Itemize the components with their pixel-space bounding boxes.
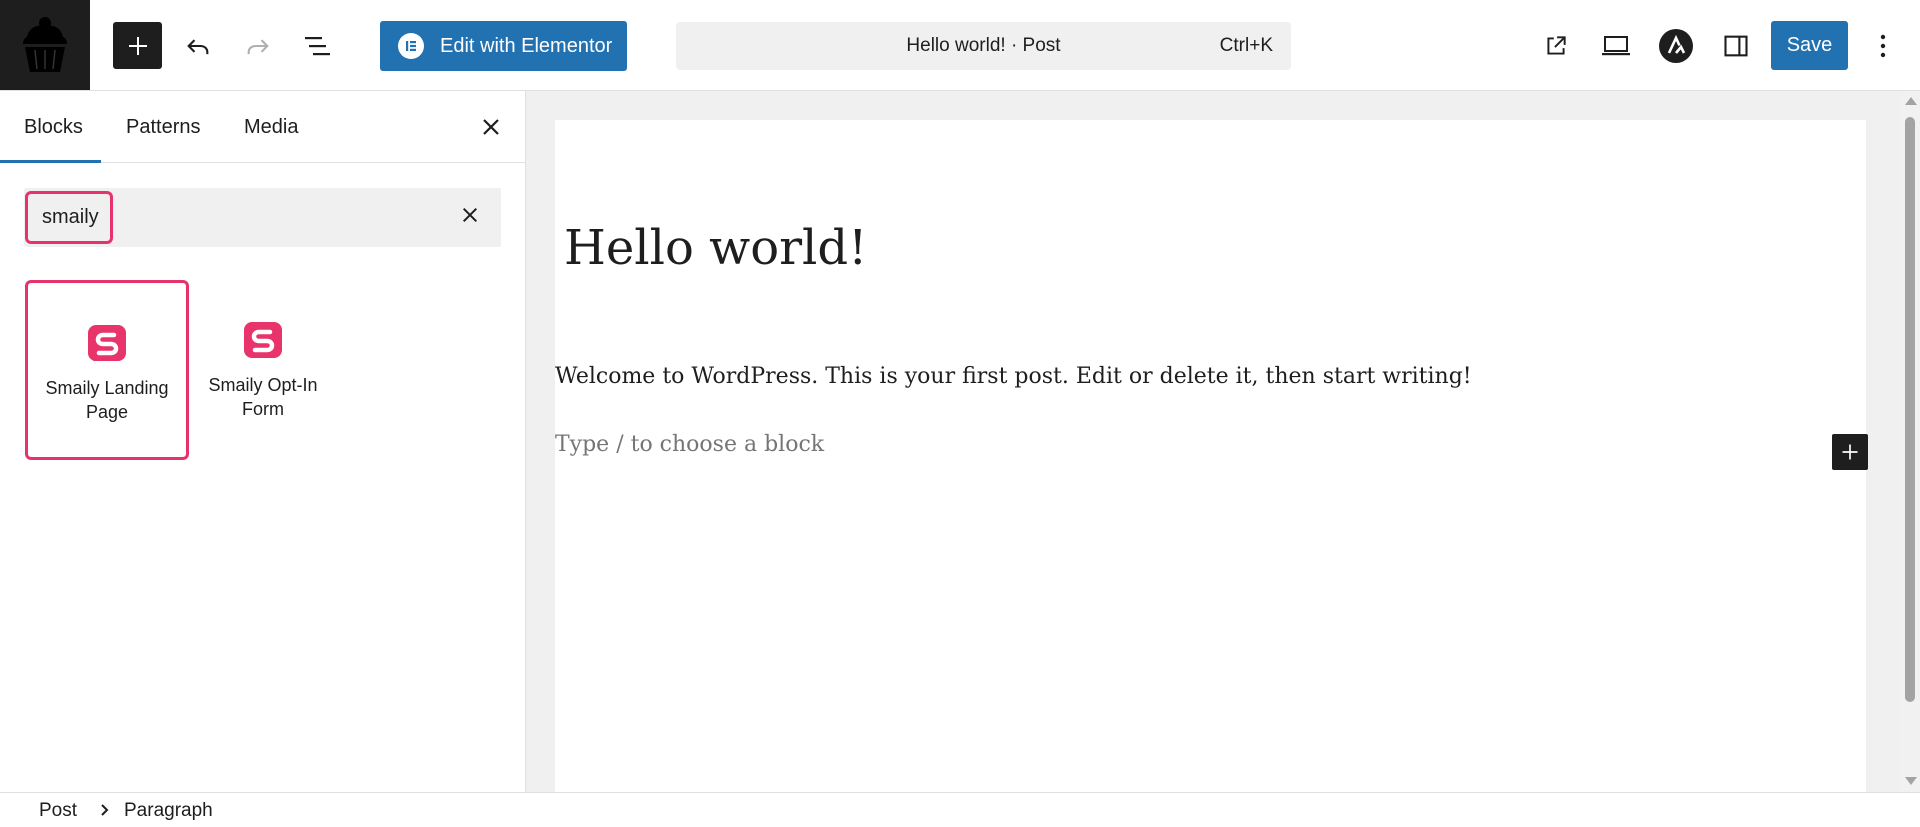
document-title: Hello world! · Post (906, 35, 1061, 56)
block-breadcrumb: Post Paragraph (0, 792, 1920, 827)
document-overview-button[interactable] (298, 26, 338, 66)
smaily-icon (244, 322, 282, 358)
breadcrumb-post[interactable]: Post (39, 793, 77, 827)
paragraph-block[interactable]: Welcome to WordPress. This is your first… (555, 364, 1472, 389)
astra-icon (1659, 29, 1693, 63)
chevron-right-icon (101, 804, 109, 816)
clear-search-button[interactable] (452, 197, 488, 233)
view-post-button[interactable] (1536, 26, 1576, 66)
list-view-icon (305, 37, 330, 56)
external-link-icon (1547, 36, 1566, 55)
redo-icon (247, 39, 269, 55)
cupcake-logo-icon (23, 17, 67, 72)
undo-icon (187, 39, 209, 55)
plus-icon (1842, 444, 1858, 460)
empty-block-placeholder[interactable]: Type / to choose a block (555, 432, 824, 457)
close-icon (462, 207, 478, 223)
command-shortcut: Ctrl+K (1219, 35, 1273, 56)
elementor-button-label: Edit with Elementor (440, 34, 613, 57)
active-tab-indicator (0, 160, 101, 163)
undo-button[interactable] (178, 26, 218, 66)
document-command-bar[interactable]: Hello world! · Post Ctrl+K (676, 22, 1291, 70)
canvas-scrollbar[interactable] (1900, 91, 1920, 792)
scroll-down-arrow-icon[interactable] (1905, 777, 1917, 785)
block-search-box (24, 188, 501, 247)
smaily-icon (88, 325, 126, 361)
save-button[interactable]: Save (1771, 21, 1848, 70)
editor-canvas: Hello world! Welcome to WordPress. This … (526, 91, 1900, 792)
add-block-button[interactable] (1832, 434, 1868, 470)
editor-header: Edit with Elementor Hello world! · Post … (0, 0, 1920, 91)
more-vertical-icon (1880, 34, 1886, 58)
redo-button[interactable] (238, 26, 278, 66)
close-icon (483, 119, 499, 135)
post-title[interactable]: Hello world! (564, 220, 867, 276)
close-inserter-button[interactable] (472, 108, 510, 146)
block-label: Smaily Opt-In Form (208, 375, 318, 419)
scroll-up-arrow-icon[interactable] (1905, 97, 1917, 105)
breadcrumb-paragraph[interactable]: Paragraph (124, 793, 213, 827)
plus-icon (128, 36, 147, 55)
tab-blocks[interactable]: Blocks (24, 91, 83, 163)
block-smaily-landing-page[interactable]: Smaily Landing Page (25, 280, 189, 460)
settings-sidebar-button[interactable] (1716, 26, 1756, 66)
block-search-input[interactable] (24, 188, 444, 247)
astra-settings-button[interactable] (1656, 26, 1696, 66)
site-logo[interactable] (0, 0, 90, 90)
edit-with-elementor-button[interactable]: Edit with Elementor (380, 21, 627, 71)
editor-page: Hello world! Welcome to WordPress. This … (555, 120, 1866, 792)
scrollbar-thumb[interactable] (1905, 117, 1915, 702)
sidebar-icon (1724, 35, 1748, 57)
block-inserter-panel: Blocks Patterns Media Smaily Landing Pag… (0, 91, 526, 792)
block-smaily-opt-in-form[interactable]: Smaily Opt-In Form (181, 280, 345, 460)
elementor-icon (398, 33, 424, 59)
tab-media[interactable]: Media (244, 91, 298, 163)
options-menu-button[interactable] (1863, 26, 1903, 66)
desktop-icon (1602, 36, 1630, 56)
block-label: Smaily Landing Page (45, 378, 169, 422)
tab-patterns[interactable]: Patterns (126, 91, 200, 163)
device-preview-button[interactable] (1596, 26, 1636, 66)
block-inserter-toggle[interactable] (113, 22, 162, 69)
inserter-tabs: Blocks Patterns Media (0, 91, 525, 163)
